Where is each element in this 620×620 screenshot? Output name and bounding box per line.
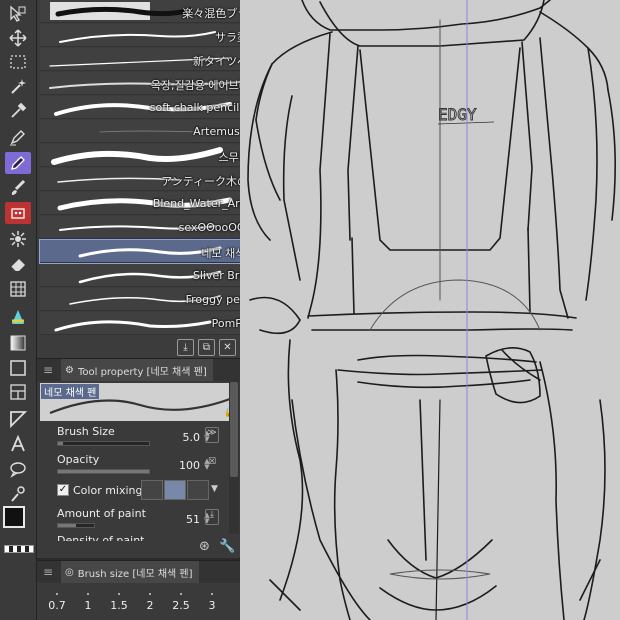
brush-size-preset[interactable]: 1.5: [104, 599, 134, 612]
pencil-icon[interactable]: [5, 152, 31, 174]
brush-size-icon: ◎: [65, 566, 74, 578]
brush-item[interactable]: 스무디펜: [40, 144, 262, 167]
duplicate-subtool-icon[interactable]: ⧉: [198, 339, 215, 356]
delete-subtool-icon[interactable]: ✕: [219, 339, 236, 356]
size-preview-dot: [56, 593, 58, 595]
amount-of-paint-value[interactable]: 51: [186, 513, 200, 526]
brush-size-header: ≡ ◎ Brush size [네모 채색 펜]: [37, 561, 240, 583]
tool-property-header: ≡ ⚙ Tool property [네모 채색 펜]: [37, 359, 240, 381]
size-preview-dot: [118, 593, 120, 595]
mix-mode-sharpen[interactable]: [187, 480, 209, 500]
tool-property-scrollbar[interactable]: [229, 378, 239, 534]
brush-size-value[interactable]: 5.0: [183, 431, 201, 444]
eraser-icon[interactable]: [5, 253, 31, 275]
brush-item[interactable]: Artemus HB: [40, 120, 262, 143]
panel-menu-icon[interactable]: ≡: [43, 363, 57, 377]
brush-size-slider[interactable]: [57, 441, 150, 446]
amount-of-paint-row[interactable]: Amount of paint 51 ▲ ▼: [40, 507, 220, 533]
toolbar: [0, 0, 37, 620]
frame-icon[interactable]: [5, 381, 31, 403]
sketch-artwork: EDGY: [247, 0, 616, 620]
brush-item[interactable]: Blend_Water_Archv: [40, 192, 262, 215]
select-move-icon[interactable]: [5, 3, 31, 25]
drawing-canvas[interactable]: EDGY: [240, 0, 620, 620]
brush-size-panel: ≡ ◎ Brush size [네모 채색 펜] 0.7 1 1.5 2 2.5 3: [37, 560, 240, 620]
brush-item[interactable]: Sliver Brush: [40, 264, 262, 287]
decoration-icon[interactable]: [5, 228, 31, 250]
pressure-settings-icon[interactable]: ≫: [205, 427, 219, 443]
brush-item[interactable]: サラ塗り: [40, 24, 262, 47]
panel-menu-icon[interactable]: ≡: [43, 565, 57, 579]
brush-list: 楽々混色ブラシ サラ塗り 新タイツペン 옥장,질감용 에어브러쉬 soft chalk …: [39, 0, 263, 338]
brush-item[interactable]: sexOOooOOoo: [40, 216, 262, 239]
gradient-icon[interactable]: [5, 332, 31, 354]
brush-size-preset[interactable]: 3: [197, 599, 227, 612]
preview-label: 네모 채색 펜: [41, 384, 100, 399]
opacity-slider[interactable]: [57, 469, 150, 474]
brush-actions: ⤓ ⧉ ✕: [177, 339, 236, 357]
color-mixing-label: Color mixing: [73, 484, 143, 497]
mix-mode-running-color[interactable]: [141, 480, 163, 500]
ruler-icon[interactable]: [5, 408, 31, 430]
opacity-link-icon[interactable]: ☒: [205, 457, 219, 473]
tab-tool-property[interactable]: ⚙ Tool property [네모 채색 펜]: [61, 359, 213, 381]
color-mixing-checkbox[interactable]: ✓: [57, 484, 69, 496]
wrench-icon: ⚙: [65, 364, 74, 376]
text-icon[interactable]: [5, 433, 31, 455]
mix-mode-blend[interactable]: [164, 480, 186, 500]
size-preview-dot: [180, 593, 182, 595]
size-preview-dot: [211, 593, 213, 595]
brush-item[interactable]: Froggy pencil: [40, 288, 262, 311]
figure-icon[interactable]: [5, 357, 31, 379]
tool-settings-icon[interactable]: ⊛: [199, 539, 210, 554]
brush-item[interactable]: soft chalk pencil <3: [40, 96, 262, 119]
amount-of-paint-slider[interactable]: [57, 523, 95, 528]
opacity-row[interactable]: Opacity 100 ▲ ▼: [40, 453, 220, 479]
foreground-color[interactable]: [3, 506, 25, 528]
color-swatches[interactable]: [2, 506, 36, 542]
transparent-color[interactable]: [4, 545, 34, 553]
brush-icon[interactable]: [5, 177, 31, 199]
chevron-down-icon[interactable]: ▼: [211, 484, 218, 494]
pressure-settings-icon[interactable]: ⤓: [205, 509, 219, 525]
magic-wand-icon[interactable]: [5, 75, 31, 97]
brush-size-row[interactable]: Brush Size 5.0 ▲ ▼: [40, 425, 220, 451]
tool-property-panel: ≡ ⚙ Tool property [네모 채색 펜] 네모 채색 펜 🔒 Br…: [37, 358, 240, 558]
balloon-icon[interactable]: [5, 458, 31, 480]
size-preview-dot: [87, 593, 89, 595]
blend-icon[interactable]: [5, 278, 31, 300]
sub-tool-panel: 楽々混色ブラシ サラ塗り 新タイツペン 옥장,질감용 에어브러쉬 soft chalk …: [37, 0, 275, 358]
tab-brush-size[interactable]: ◎ Brush size [네모 채색 펜]: [61, 561, 199, 583]
density-of-paint-label: Density of paint: [57, 534, 145, 541]
brush-preview: 네모 채색 펜 🔒: [40, 383, 238, 421]
copy-subtool-icon[interactable]: ⤓: [177, 339, 194, 356]
brush-item[interactable]: 新タイツペン: [40, 48, 262, 71]
brush-size-preset[interactable]: 1: [73, 599, 103, 612]
move-icon[interactable]: [5, 27, 31, 49]
sketch-text: EDGY: [438, 105, 477, 124]
brush-size-preset[interactable]: 2: [135, 599, 165, 612]
pen-icon[interactable]: [5, 126, 31, 148]
brush-item[interactable]: 네모 채색 펜: [39, 239, 263, 264]
brush-item[interactable]: 楽々混色ブラシ: [40, 0, 262, 23]
correct-line-icon[interactable]: [5, 483, 31, 505]
eyedropper-icon[interactable]: [5, 100, 31, 122]
airbrush-icon[interactable]: [5, 202, 31, 224]
brush-size-preset[interactable]: 0.7: [42, 599, 72, 612]
opacity-value[interactable]: 100: [179, 459, 200, 472]
brush-size-preset[interactable]: 2.5: [166, 599, 196, 612]
brush-item[interactable]: アンティーク木の実: [40, 168, 262, 191]
brush-item[interactable]: PomPom: [40, 312, 262, 335]
wrench-icon[interactable]: 🔧: [219, 539, 235, 554]
marquee-icon[interactable]: [5, 51, 31, 73]
fill-icon[interactable]: [5, 306, 31, 328]
brush-item[interactable]: 옥장,질감용 에어브러쉬: [40, 72, 262, 95]
size-preview-dot: [149, 593, 151, 595]
